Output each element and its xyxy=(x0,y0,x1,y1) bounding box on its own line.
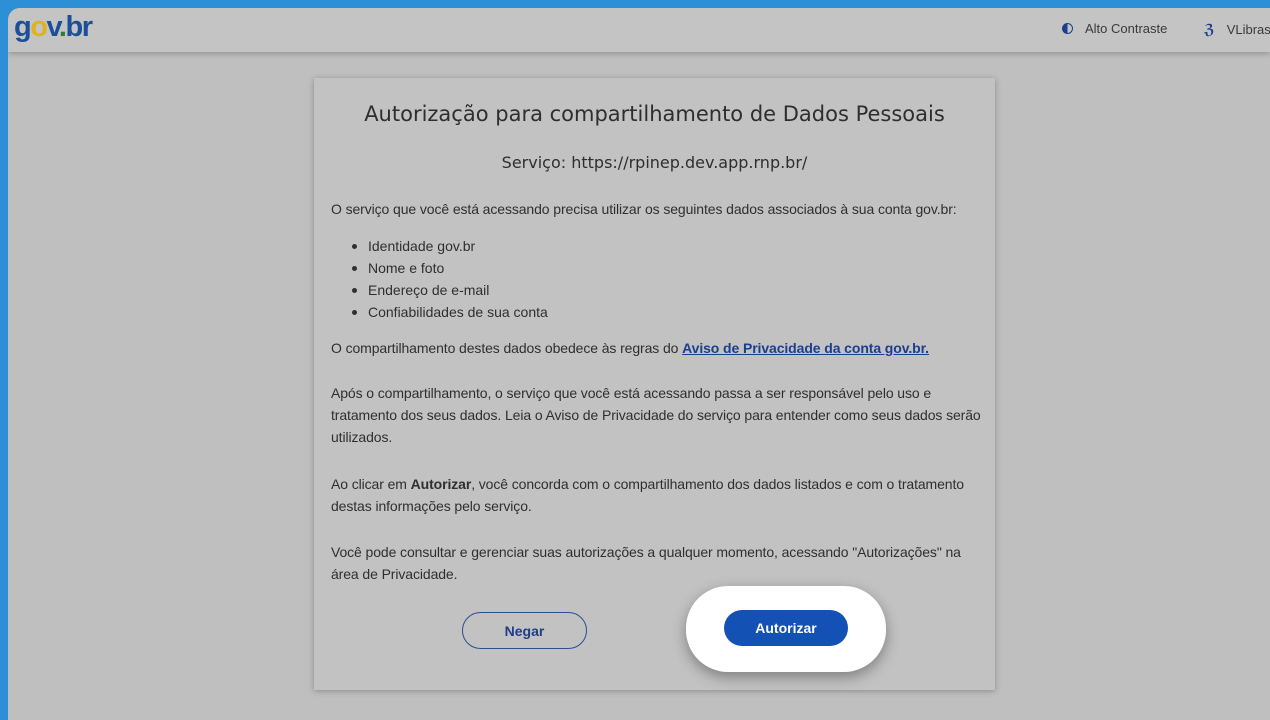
high-contrast-toggle[interactable]: Alto Contraste xyxy=(1062,21,1167,36)
after-sharing-text: Após o compartilhamento, o serviço que v… xyxy=(331,385,981,445)
service-url: Serviço: https://rpinep.dev.app.rnp.br/ xyxy=(501,153,808,172)
list-item: Identidade gov.br xyxy=(352,235,548,257)
authorization-card: Autorização para compartilhamento de Dad… xyxy=(314,78,995,690)
privacy-notice: O compartilhamento destes dados obedece … xyxy=(331,340,929,356)
vlibras-label: VLibras xyxy=(1226,22,1270,37)
browser-frame: gov.br Alto Contraste ℨ VLibras Autoriza… xyxy=(8,8,1270,720)
manage-authorizations-text: Você pode consultar e gerenciar suas aut… xyxy=(331,544,961,582)
govbr-logo[interactable]: gov.br xyxy=(14,10,93,44)
site-header: gov.br Alto Contraste ℨ VLibras xyxy=(8,8,1270,52)
contrast-icon xyxy=(1062,23,1073,34)
deny-button[interactable]: Negar xyxy=(462,612,587,649)
high-contrast-label: Alto Contraste xyxy=(1085,21,1168,36)
authorize-highlight: Autorizar xyxy=(686,586,886,672)
vlibras-hand-icon: ℨ xyxy=(1204,21,1215,37)
list-item: Endereço de e-mail xyxy=(352,279,548,301)
consent-text: Ao clicar em Autorizar, você concorda co… xyxy=(331,476,964,514)
list-item: Nome e foto xyxy=(352,257,548,279)
authorize-button[interactable]: Autorizar xyxy=(724,610,848,646)
vlibras-button[interactable]: ℨ VLibras xyxy=(1204,21,1270,38)
data-items-list: Identidade gov.br Nome e foto Endereço d… xyxy=(352,235,548,323)
privacy-policy-link[interactable]: Aviso de Privacidade da conta gov.br. xyxy=(682,340,929,356)
page-title: Autorização para compartilhamento de Dad… xyxy=(364,102,945,126)
intro-text: O serviço que você está acessando precis… xyxy=(331,201,957,217)
list-item: Confiabilidades de sua conta xyxy=(352,301,548,323)
